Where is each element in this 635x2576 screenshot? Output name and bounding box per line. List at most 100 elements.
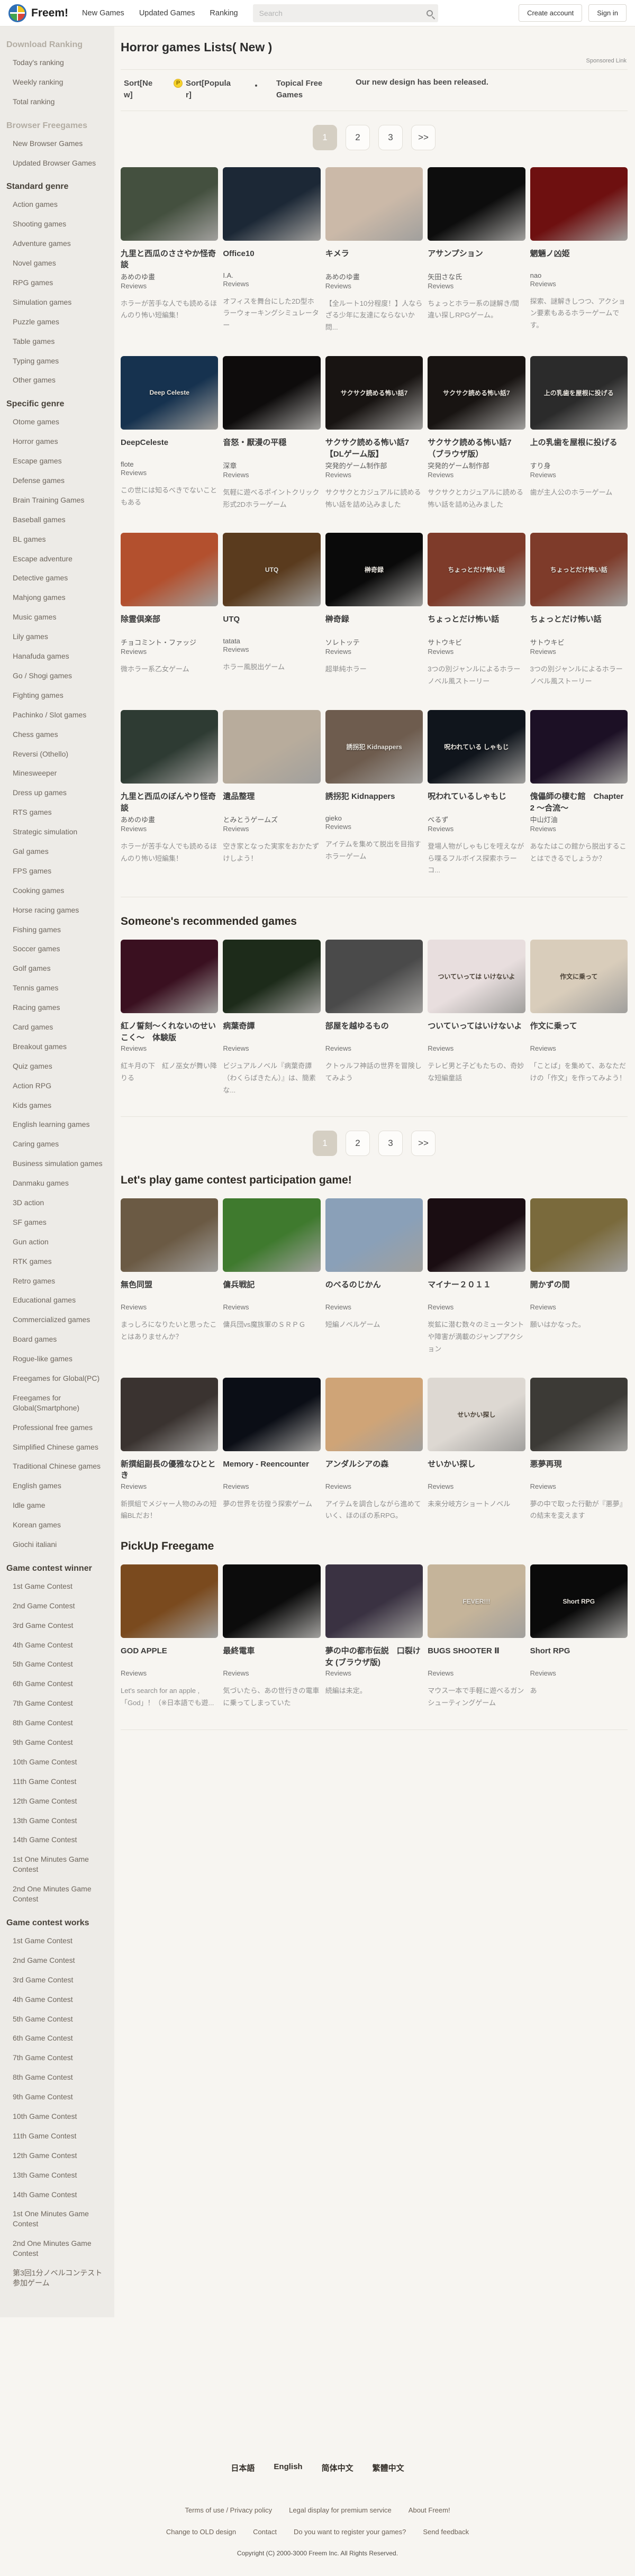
sidebar-item[interactable]: Korean games [0,1515,114,1535]
send-feedback-link[interactable]: Send feedback [423,2528,469,2536]
sidebar-item[interactable]: Strategic simulation [0,822,114,842]
game-thumbnail[interactable]: ついていっては いけないよ [428,940,525,1013]
next-pages-button[interactable]: >> [411,124,436,150]
sidebar-item[interactable]: Minesweeper [0,763,114,783]
game-thumbnail[interactable]: 誘拐犯 Kidnappers [325,709,423,784]
reviews-link[interactable]: Reviews [530,1044,556,1052]
game-title[interactable]: BUGS SHOOTER Ⅱ [428,1645,525,1669]
game-thumbnail[interactable] [428,1198,525,1272]
game-thumbnail[interactable]: サクサク読める怖い話7 [428,356,525,430]
sidebar-item[interactable]: Simulation games [0,293,114,312]
sidebar-item[interactable]: 1st One Minutes Game Contest [0,1850,114,1879]
sidebar-item[interactable]: 5th Game Contest [0,2009,114,2029]
freem-logo[interactable]: Freem! [8,4,68,22]
search-box[interactable] [252,4,438,22]
sidebar-item[interactable]: Racing games [0,998,114,1017]
search-input[interactable] [258,8,427,18]
game-title[interactable]: 部屋を越ゆるもの [325,1021,423,1044]
sidebar-item[interactable]: Fishing games [0,920,114,940]
game-author[interactable]: あめのゆ畫 [121,271,218,281]
game-thumbnail[interactable]: Short RPG [530,1564,628,1638]
sidebar-item[interactable]: 13th Game Contest [0,2165,114,2185]
game-title[interactable]: Office10 [223,248,320,271]
sidebar-item[interactable]: Detective games [0,568,114,588]
sidebar-item[interactable]: Today's ranking [0,53,114,72]
reviews-link[interactable]: Reviews [325,471,351,479]
sidebar-item[interactable]: 2nd One Minutes Game Contest [0,1879,114,1909]
game-author[interactable]: 深章 [223,460,320,470]
sidebar-item[interactable]: Brain Training Games [0,490,114,510]
sidebar-item[interactable]: Pachinko / Slot games [0,705,114,725]
sidebar-item[interactable]: Soccer games [0,939,114,959]
game-title[interactable]: 最終電車 [223,1645,320,1669]
game-title[interactable]: 悪夢再現 [530,1459,628,1482]
reviews-link[interactable]: Reviews [530,1303,556,1311]
reviews-link[interactable]: Reviews [325,1303,351,1311]
sidebar-item[interactable]: Golf games [0,959,114,978]
game-title[interactable]: 誘拐犯 Kidnappers [325,791,423,814]
sidebar-item[interactable]: Quiz games [0,1057,114,1076]
sidebar-item[interactable]: Hanafuda games [0,647,114,666]
reviews-link[interactable]: Reviews [325,1044,351,1052]
sidebar-item[interactable]: 8th Game Contest [0,2068,114,2087]
reviews-link[interactable]: Reviews [223,825,249,833]
reviews-link[interactable]: Reviews [121,282,147,290]
game-author[interactable]: nao [530,271,628,279]
game-title[interactable]: ついていってはいけないよ [428,1021,525,1044]
create-account-button[interactable]: Create account [519,4,583,22]
reviews-link[interactable]: Reviews [428,471,453,479]
game-author[interactable]: すり身 [530,460,628,470]
game-title[interactable]: 傭兵戦記 [223,1279,320,1303]
game-title[interactable]: サクサク読める怖い話7【DLゲーム版】 [325,437,423,460]
sidebar-item[interactable]: Updated Browser Games [0,153,114,173]
reviews-link[interactable]: Reviews [325,648,351,656]
game-title[interactable]: Short RPG [530,1645,628,1669]
sidebar-item[interactable]: Gun action [0,1232,114,1252]
game-thumbnail[interactable]: 上の乳歯を屋根に投げる [530,356,628,430]
game-title[interactable]: せいかい探し [428,1459,525,1482]
game-thumbnail[interactable] [223,356,321,430]
sidebar-item[interactable]: Action games [0,195,114,214]
sidebar-item[interactable]: Card games [0,1017,114,1037]
sidebar-item[interactable]: Total ranking [0,92,114,112]
reviews-link[interactable]: Reviews [428,1044,453,1052]
game-author[interactable]: とみとうゲームズ [223,814,320,824]
sidebar-item[interactable]: Freegames for Global(Smartphone) [0,1388,114,1418]
game-thumbnail[interactable]: 呪われている しゃもじ [428,709,525,784]
terms-privacy-link[interactable]: Terms of use / Privacy policy [185,2506,272,2514]
game-title[interactable]: アンダルシアの森 [325,1459,423,1482]
game-author[interactable]: あめのゆ畫 [325,271,423,281]
game-author[interactable]: 突発的ゲーム制作部 [428,460,525,470]
sidebar-item[interactable]: Otome games [0,412,114,432]
sidebar-item[interactable]: Lily games [0,627,114,647]
sidebar-item[interactable]: BL games [0,530,114,549]
game-title[interactable]: 開かずの間 [530,1279,628,1303]
game-author[interactable]: 突発的ゲーム制作部 [325,460,423,470]
sidebar-item[interactable]: Defense games [0,471,114,490]
game-title[interactable]: 傀儡師の棲む館 Chapter 2 ～合流～ [530,791,628,814]
sidebar-item[interactable]: Educational games [0,1290,114,1310]
sidebar-item[interactable]: Horror games [0,432,114,451]
game-title[interactable]: マイナー２０１１ [428,1279,525,1303]
sidebar-item[interactable]: Traditional Chinese games [0,1457,114,1476]
sidebar-item[interactable]: Escape adventure [0,549,114,569]
sidebar-item[interactable]: Horse racing games [0,900,114,920]
sidebar-item[interactable]: 13th Game Contest [0,1811,114,1831]
sidebar-item[interactable]: 1st One Minutes Game Contest [0,2204,114,2234]
nav-updated-games[interactable]: Updated Games [139,9,195,17]
reviews-link[interactable]: Reviews [223,1669,249,1677]
topical-free-games-link[interactable]: Topical Free Games [276,78,340,101]
sidebar-item[interactable]: Puzzle games [0,312,114,332]
sidebar-item[interactable]: Shooting games [0,214,114,234]
sidebar-item[interactable]: Action RPG [0,1076,114,1096]
game-author[interactable]: 中山灯油 [530,814,628,824]
game-title[interactable]: 音怒・厭漫の平穏 [223,437,320,460]
reviews-link[interactable]: Reviews [223,1044,249,1052]
game-title[interactable]: ちょっとだけ怖い話 [530,614,628,637]
sidebar-item[interactable]: 7th Game Contest [0,2048,114,2068]
sidebar-item[interactable]: Other games [0,370,114,390]
sidebar-item[interactable]: Retro games [0,1271,114,1291]
register-games-link[interactable]: Do you want to register your games? [294,2528,406,2536]
sidebar-item[interactable]: 1st Game Contest [0,1577,114,1596]
lang-traditional-chinese[interactable]: 繁體中文 [373,2462,404,2473]
